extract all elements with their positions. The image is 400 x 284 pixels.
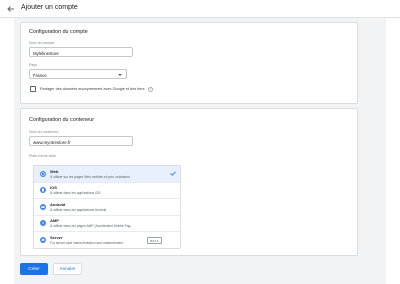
cancel-button[interactable]: Annuler xyxy=(53,263,82,275)
account-name-value: Mylelinestore xyxy=(33,50,59,56)
account-name-label: Nom du compte xyxy=(29,41,55,45)
account-name-field[interactable]: Mylelinestore xyxy=(29,47,133,57)
platform-description: À utiliser dans les applications Android xyxy=(50,207,107,212)
platform-description: For server-side instrumentation and meas… xyxy=(50,240,124,245)
android-icon xyxy=(40,203,46,210)
platform-name: AMP xyxy=(50,218,59,224)
account-section-title: Configuration du compte xyxy=(29,29,88,35)
platform-name: Web xyxy=(50,168,59,174)
platform-description: À utiliser dans les applications iOS xyxy=(50,191,101,196)
container-name-field[interactable]: www.myotrestore.fr xyxy=(29,136,133,146)
country-value: France xyxy=(33,72,47,78)
platform-description: À utiliser dans les pages AMP (Accelerat… xyxy=(50,224,134,229)
container-name-value: www.myotrestore.fr xyxy=(33,139,71,145)
platform-list: Web À utiliser sur les pages Web mobiles… xyxy=(33,165,181,249)
platform-option-server[interactable]: Server For server-side instrumentation a… xyxy=(34,232,180,249)
platform-name: Android xyxy=(50,201,66,207)
top-bar: Ajouter un compte xyxy=(0,0,400,18)
amp-icon xyxy=(40,220,46,227)
platform-option-android[interactable]: Android À utiliser dans les applications… xyxy=(34,199,180,216)
create-button[interactable]: Créer xyxy=(20,263,48,275)
platform-description: À utiliser sur les pages Web mobiles et … xyxy=(50,174,131,179)
container-section-title: Configuration du conteneur xyxy=(29,117,95,123)
platform-option-web[interactable]: Web À utiliser sur les pages Web mobiles… xyxy=(34,166,180,183)
platform-name: Server xyxy=(50,234,63,240)
platform-name: iOS xyxy=(50,185,57,191)
checkmark-icon xyxy=(170,171,176,176)
beta-badge: BETA xyxy=(147,237,162,245)
platform-option-amp[interactable]: AMP À utiliser dans les pages AMP (Accel… xyxy=(34,216,180,233)
ios-icon xyxy=(40,187,46,194)
back-arrow-icon[interactable] xyxy=(6,4,16,14)
server-icon xyxy=(40,236,46,243)
svg-text:?: ? xyxy=(150,87,152,91)
share-data-checkbox[interactable] xyxy=(30,86,36,92)
country-select[interactable]: France xyxy=(29,69,127,79)
page-title: Ajouter un compte xyxy=(21,4,78,11)
chevron-down-icon xyxy=(118,73,122,76)
help-icon[interactable]: ? xyxy=(148,86,153,92)
container-name-label: Nom du conteneur xyxy=(29,130,59,134)
share-data-label: Partager des données anonymement avec Go… xyxy=(40,87,145,91)
platform-label: Plate-forme cible xyxy=(29,154,56,158)
account-config-card: Configuration du compte Nom du compte My… xyxy=(20,22,358,104)
platform-option-ios[interactable]: iOS À utiliser dans les applications iOS xyxy=(34,183,180,200)
country-label: Pays xyxy=(29,63,37,67)
web-icon xyxy=(40,170,46,177)
